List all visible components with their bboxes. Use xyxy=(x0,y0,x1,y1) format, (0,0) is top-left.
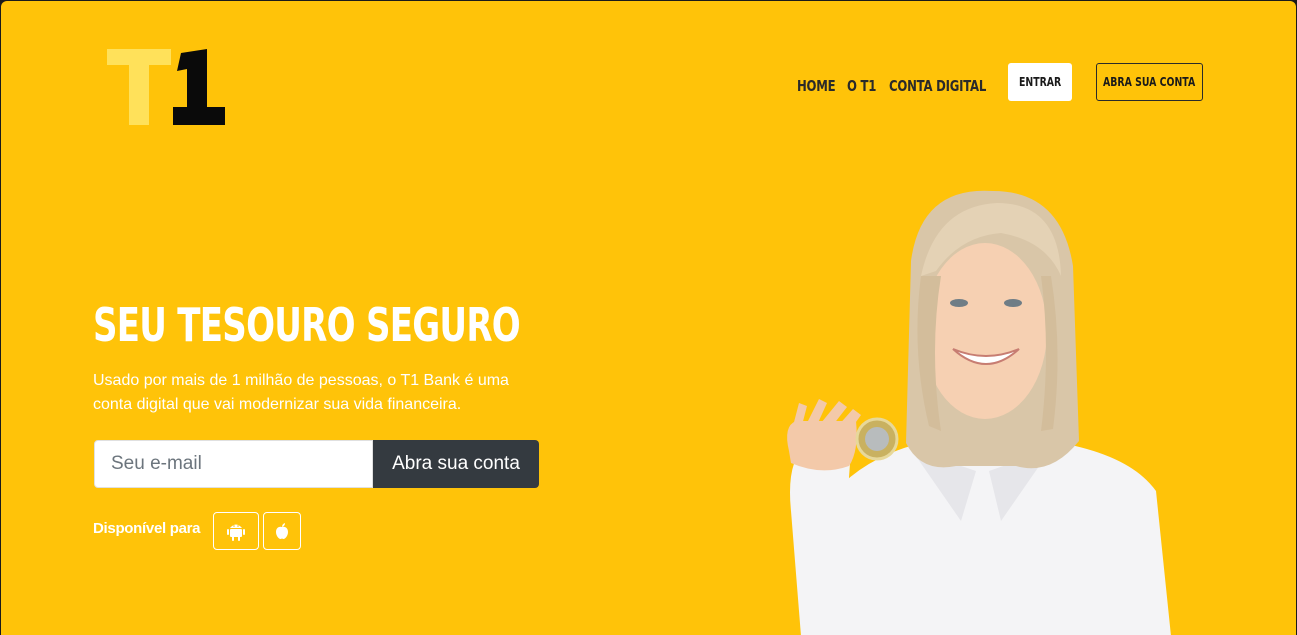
open-account-nav-button[interactable]: ABRA SUA CONTA xyxy=(1096,63,1203,101)
page-frame: HOME O T1 CONTA DIGITAL ENTRAR ABRA SUA … xyxy=(1,1,1296,635)
android-store-button[interactable] xyxy=(213,512,259,550)
email-input[interactable] xyxy=(94,440,373,488)
apple-icon xyxy=(276,523,288,539)
login-button[interactable]: ENTRAR xyxy=(1008,63,1072,101)
android-icon xyxy=(227,524,245,541)
available-on-label: Disponível para xyxy=(93,520,201,537)
login-button-label: ENTRAR xyxy=(1018,75,1062,89)
nav-about-link[interactable]: O T1 xyxy=(847,77,876,95)
woman-holding-coin-image xyxy=(787,190,1171,635)
open-account-nav-label: ABRA SUA CONTA xyxy=(1103,75,1196,89)
nav-home-link[interactable]: HOME xyxy=(797,77,836,95)
apple-store-button[interactable] xyxy=(263,512,301,550)
signup-form: Abra sua conta xyxy=(94,440,539,488)
hero-title: SEU TESOURO SEGURO xyxy=(93,298,521,352)
open-account-submit-button[interactable]: Abra sua conta xyxy=(373,440,539,488)
nav-digital-account-link[interactable]: CONTA DIGITAL xyxy=(889,77,986,95)
hero-subtitle: Usado por mais de 1 milhão de pessoas, o… xyxy=(93,372,509,413)
top-nav: HOME O T1 CONTA DIGITAL ENTRAR ABRA SUA … xyxy=(1,63,1296,103)
